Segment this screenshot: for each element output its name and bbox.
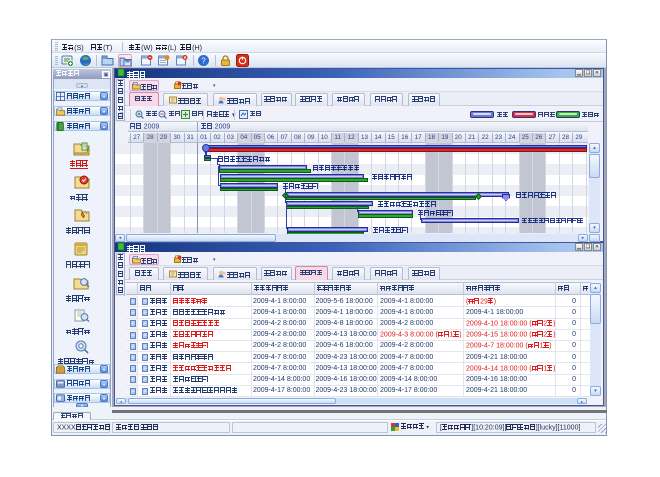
svg-text:?: ? — [201, 57, 206, 66]
